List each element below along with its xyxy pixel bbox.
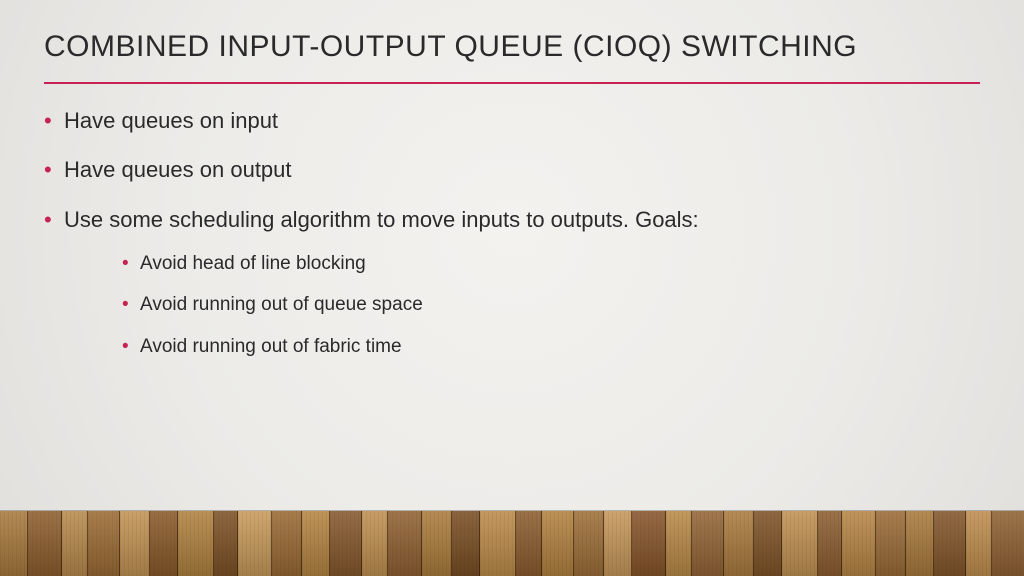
floor-plank	[88, 511, 120, 576]
bullet-text: Have queues on input	[64, 108, 278, 133]
floor-plank	[818, 511, 842, 576]
bullet-text: Use some scheduling algorithm to move in…	[64, 207, 699, 232]
floor-plank	[724, 511, 754, 576]
slide-title: COMBINED INPUT-OUTPUT QUEUE (CIOQ) SWITC…	[44, 28, 980, 66]
floor-plank	[178, 511, 214, 576]
floor-plank	[120, 511, 150, 576]
bullet-text: Have queues on output	[64, 157, 292, 182]
floor-plank	[754, 511, 782, 576]
floor-plank	[934, 511, 966, 576]
floor-plank	[330, 511, 362, 576]
list-item: Avoid running out of queue space	[122, 292, 980, 318]
floor-plank	[302, 511, 330, 576]
list-item: Have queues on input	[44, 106, 980, 136]
sub-bullet-list: Avoid head of line blocking Avoid runnin…	[122, 251, 980, 360]
list-item: Use some scheduling algorithm to move in…	[44, 205, 980, 360]
slide: COMBINED INPUT-OUTPUT QUEUE (CIOQ) SWITC…	[0, 0, 1024, 576]
bullet-text: Avoid running out of fabric time	[140, 336, 402, 357]
floor-plank	[782, 511, 818, 576]
floor-plank	[388, 511, 422, 576]
list-item: Avoid running out of fabric time	[122, 334, 980, 360]
floor-plank	[422, 511, 452, 576]
floor-plank	[906, 511, 934, 576]
bullet-text: Avoid head of line blocking	[140, 253, 366, 274]
bullet-text: Avoid running out of queue space	[140, 294, 423, 315]
list-item: Avoid head of line blocking	[122, 251, 980, 277]
floor-plank	[876, 511, 906, 576]
bullet-list: Have queues on input Have queues on outp…	[44, 106, 980, 360]
floor-plank	[28, 511, 62, 576]
floor-plank	[992, 511, 1024, 576]
floor-plank	[452, 511, 480, 576]
list-item: Have queues on output	[44, 155, 980, 185]
floor-plank	[516, 511, 542, 576]
floor-plank	[238, 511, 272, 576]
floor-plank	[632, 511, 666, 576]
floor-plank	[692, 511, 724, 576]
floor-plank	[214, 511, 238, 576]
floor-plank	[842, 511, 876, 576]
floor-plank	[966, 511, 992, 576]
floor-plank	[604, 511, 632, 576]
floor-plank	[666, 511, 692, 576]
floor-plank	[480, 511, 516, 576]
floor-plank	[0, 511, 28, 576]
floor-plank	[542, 511, 574, 576]
floor-plank	[574, 511, 604, 576]
wood-floor	[0, 510, 1024, 576]
floor-plank	[150, 511, 178, 576]
floor-plank	[272, 511, 302, 576]
slide-content: COMBINED INPUT-OUTPUT QUEUE (CIOQ) SWITC…	[44, 28, 980, 379]
floor-plank	[362, 511, 388, 576]
title-underline	[44, 82, 980, 84]
floor-plank	[62, 511, 88, 576]
